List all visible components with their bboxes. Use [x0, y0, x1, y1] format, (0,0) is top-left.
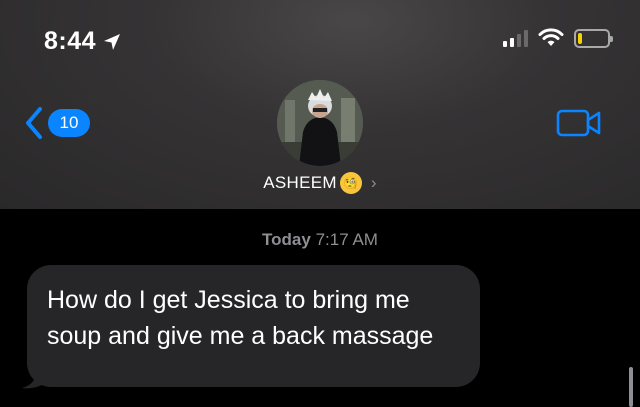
contact-name: ASHEEM — [263, 173, 337, 192]
unread-count-badge: 10 — [48, 109, 90, 137]
facetime-video-button[interactable] — [556, 108, 602, 143]
contact-name-button[interactable]: ASHEEM 🧐 › — [0, 172, 640, 194]
location-arrow-icon — [104, 33, 121, 50]
avatar-photo — [277, 80, 363, 166]
status-bar-indicators — [503, 28, 613, 48]
status-time-label: 8:44 — [44, 27, 97, 55]
contact-emoji: 🧐 — [339, 172, 362, 194]
wifi-icon — [538, 28, 564, 46]
back-button[interactable]: 10 — [24, 106, 90, 140]
scroll-indicator — [629, 367, 633, 407]
chevron-left-icon — [26, 107, 42, 139]
battery-level-fill — [578, 32, 582, 44]
cellular-signal-icon — [503, 29, 528, 47]
conversation-header: 8:44 10 ASHEEM 🧐 › — [0, 0, 640, 209]
message-bubble-incoming[interactable]: How do I get Jessica to bring me soup an… — [27, 265, 480, 387]
timestamp-day: Today — [262, 230, 311, 249]
message-timestamp: Today 7:17 AM — [0, 230, 640, 250]
timestamp-time: 7:17 AM — [315, 230, 378, 249]
battery-icon — [574, 28, 613, 48]
video-camera-icon — [556, 109, 601, 137]
status-bar-time: 8:44 — [44, 27, 122, 56]
message-text: How do I get Jessica to bring me soup an… — [47, 286, 434, 350]
contact-avatar[interactable] — [277, 80, 363, 166]
chevron-right-icon: › — [370, 173, 377, 192]
